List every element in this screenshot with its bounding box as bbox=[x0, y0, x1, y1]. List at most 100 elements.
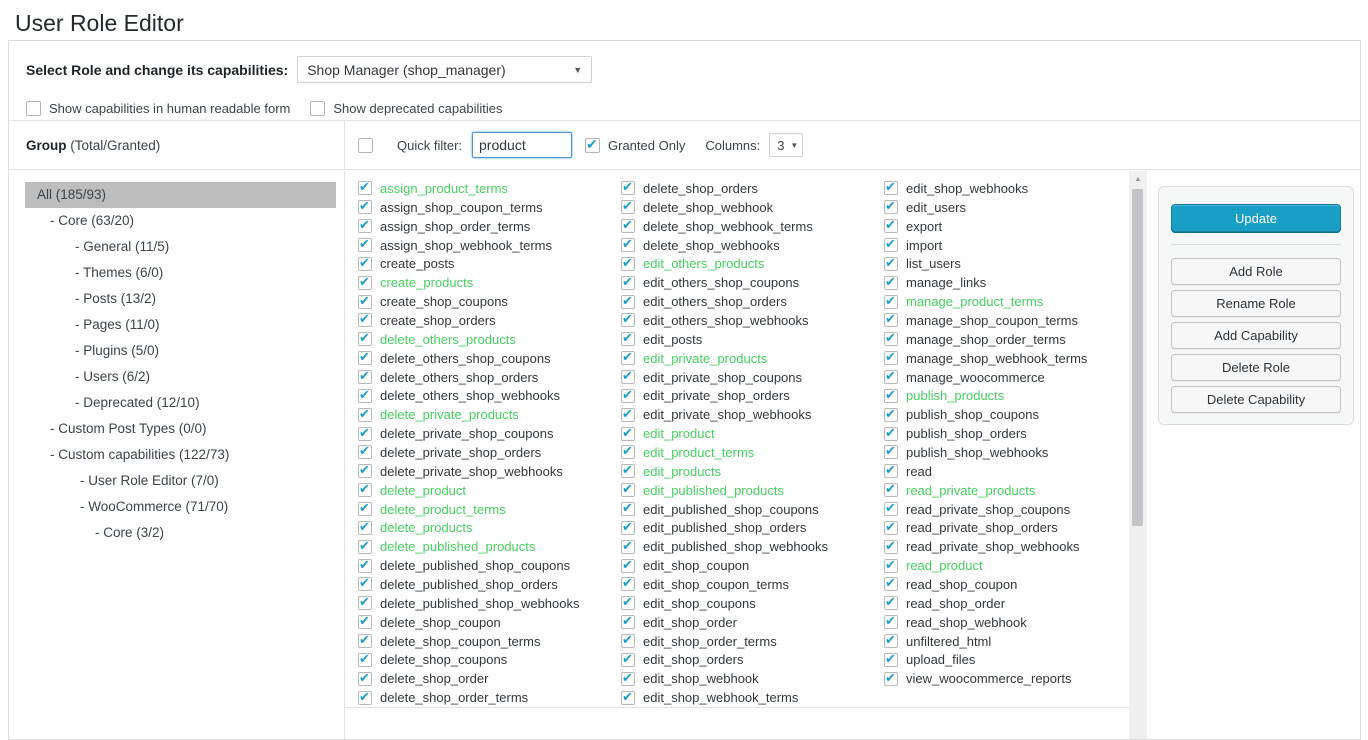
add-role-button[interactable]: Add Role bbox=[1171, 258, 1341, 285]
capability-checkbox[interactable]: ✔ bbox=[621, 295, 635, 309]
capability-checkbox[interactable]: ✔ bbox=[884, 615, 898, 629]
capability-checkbox[interactable]: ✔ bbox=[621, 672, 635, 686]
capability-checkbox[interactable]: ✔ bbox=[621, 181, 635, 195]
delete-role-button[interactable]: Delete Role bbox=[1171, 354, 1341, 381]
capability-checkbox[interactable]: ✔ bbox=[621, 521, 635, 535]
capability-checkbox[interactable]: ✔ bbox=[884, 313, 898, 327]
capability-checkbox[interactable]: ✔ bbox=[884, 351, 898, 365]
capability-checkbox[interactable]: ✔ bbox=[884, 634, 898, 648]
capability-checkbox[interactable]: ✔ bbox=[884, 219, 898, 233]
capability-checkbox[interactable]: ✔ bbox=[884, 200, 898, 214]
capability-checkbox[interactable]: ✔ bbox=[884, 559, 898, 573]
capability-checkbox[interactable]: ✔ bbox=[358, 257, 372, 271]
capability-checkbox[interactable]: ✔ bbox=[621, 559, 635, 573]
capability-checkbox[interactable]: ✔ bbox=[884, 483, 898, 497]
capability-checkbox[interactable]: ✔ bbox=[884, 464, 898, 478]
select-all-checkbox[interactable]: ✔ bbox=[358, 138, 373, 153]
capability-checkbox[interactable]: ✔ bbox=[358, 653, 372, 667]
capability-checkbox[interactable]: ✔ bbox=[358, 559, 372, 573]
capability-checkbox[interactable]: ✔ bbox=[358, 276, 372, 290]
capability-checkbox[interactable]: ✔ bbox=[621, 691, 635, 705]
capability-checkbox[interactable]: ✔ bbox=[358, 351, 372, 365]
add-capability-button[interactable]: Add Capability bbox=[1171, 322, 1341, 349]
deprecated-checkbox[interactable]: ✔ bbox=[310, 101, 325, 116]
granted-only-checkbox[interactable]: ✔ bbox=[585, 138, 600, 153]
capability-checkbox[interactable]: ✔ bbox=[358, 634, 372, 648]
capability-checkbox[interactable]: ✔ bbox=[621, 464, 635, 478]
capability-checkbox[interactable]: ✔ bbox=[358, 370, 372, 384]
capability-checkbox[interactable]: ✔ bbox=[621, 351, 635, 365]
capability-checkbox[interactable]: ✔ bbox=[358, 577, 372, 591]
delete-capability-button[interactable]: Delete Capability bbox=[1171, 386, 1341, 413]
capability-checkbox[interactable]: ✔ bbox=[358, 672, 372, 686]
tree-item[interactable]: - Posts (13/2) bbox=[25, 286, 336, 312]
human-readable-checkbox[interactable]: ✔ bbox=[26, 101, 41, 116]
capability-checkbox[interactable]: ✔ bbox=[884, 257, 898, 271]
capability-checkbox[interactable]: ✔ bbox=[621, 502, 635, 516]
capability-checkbox[interactable]: ✔ bbox=[358, 691, 372, 705]
capability-checkbox[interactable]: ✔ bbox=[884, 370, 898, 384]
capability-checkbox[interactable]: ✔ bbox=[884, 181, 898, 195]
capability-checkbox[interactable]: ✔ bbox=[358, 332, 372, 346]
scroll-up-icon[interactable]: ▲ bbox=[1129, 171, 1147, 187]
capability-checkbox[interactable]: ✔ bbox=[358, 427, 372, 441]
capability-checkbox[interactable]: ✔ bbox=[358, 521, 372, 535]
tree-item[interactable]: - Pages (11/0) bbox=[25, 312, 336, 338]
capability-checkbox[interactable]: ✔ bbox=[621, 332, 635, 346]
capability-checkbox[interactable]: ✔ bbox=[621, 653, 635, 667]
role-select[interactable]: Shop Manager (shop_manager) ▼ bbox=[297, 56, 592, 83]
vertical-scrollbar[interactable]: ▲ bbox=[1129, 171, 1147, 739]
capability-checkbox[interactable]: ✔ bbox=[621, 313, 635, 327]
capability-checkbox[interactable]: ✔ bbox=[884, 672, 898, 686]
capability-checkbox[interactable]: ✔ bbox=[358, 408, 372, 422]
capability-checkbox[interactable]: ✔ bbox=[884, 238, 898, 252]
capability-checkbox[interactable]: ✔ bbox=[621, 445, 635, 459]
columns-select[interactable]: 3 ▼ bbox=[769, 133, 803, 157]
tree-item[interactable]: - Users (6/2) bbox=[25, 364, 336, 390]
capability-checkbox[interactable]: ✔ bbox=[358, 389, 372, 403]
capability-checkbox[interactable]: ✔ bbox=[358, 181, 372, 195]
capability-checkbox[interactable]: ✔ bbox=[621, 634, 635, 648]
tree-item[interactable]: - Custom Post Types (0/0) bbox=[25, 416, 336, 442]
capability-checkbox[interactable]: ✔ bbox=[621, 577, 635, 591]
capability-checkbox[interactable]: ✔ bbox=[621, 483, 635, 497]
capability-checkbox[interactable]: ✔ bbox=[358, 502, 372, 516]
capability-checkbox[interactable]: ✔ bbox=[358, 219, 372, 233]
capability-checkbox[interactable]: ✔ bbox=[621, 257, 635, 271]
capability-checkbox[interactable]: ✔ bbox=[358, 200, 372, 214]
capability-checkbox[interactable]: ✔ bbox=[358, 464, 372, 478]
tree-item[interactable]: - Themes (6/0) bbox=[25, 260, 336, 286]
tree-item[interactable]: - Deprecated (12/10) bbox=[25, 390, 336, 416]
capability-checkbox[interactable]: ✔ bbox=[621, 370, 635, 384]
capability-checkbox[interactable]: ✔ bbox=[621, 540, 635, 554]
tree-item[interactable]: All (185/93) bbox=[25, 182, 336, 208]
tree-item[interactable]: - WooCommerce (71/70) bbox=[25, 494, 336, 520]
capability-checkbox[interactable]: ✔ bbox=[358, 483, 372, 497]
capability-checkbox[interactable]: ✔ bbox=[358, 615, 372, 629]
tree-item[interactable]: - Core (3/2) bbox=[25, 520, 336, 546]
capability-checkbox[interactable]: ✔ bbox=[621, 238, 635, 252]
tree-item[interactable]: - Custom capabilities (122/73) bbox=[25, 442, 336, 468]
capability-checkbox[interactable]: ✔ bbox=[358, 596, 372, 610]
capability-checkbox[interactable]: ✔ bbox=[884, 295, 898, 309]
capability-checkbox[interactable]: ✔ bbox=[884, 577, 898, 591]
capability-checkbox[interactable]: ✔ bbox=[358, 313, 372, 327]
tree-item[interactable]: - User Role Editor (7/0) bbox=[25, 468, 336, 494]
capability-checkbox[interactable]: ✔ bbox=[621, 276, 635, 290]
capability-checkbox[interactable]: ✔ bbox=[358, 238, 372, 252]
capability-checkbox[interactable]: ✔ bbox=[884, 445, 898, 459]
rename-role-button[interactable]: Rename Role bbox=[1171, 290, 1341, 317]
capability-checkbox[interactable]: ✔ bbox=[884, 276, 898, 290]
quick-filter-input[interactable] bbox=[472, 132, 572, 158]
tree-item[interactable]: - Core (63/20) bbox=[25, 208, 336, 234]
capability-checkbox[interactable]: ✔ bbox=[358, 540, 372, 554]
capability-checkbox[interactable]: ✔ bbox=[884, 521, 898, 535]
update-button[interactable]: Update bbox=[1171, 204, 1341, 232]
capability-checkbox[interactable]: ✔ bbox=[621, 427, 635, 441]
tree-item[interactable]: - General (11/5) bbox=[25, 234, 336, 260]
capability-checkbox[interactable]: ✔ bbox=[884, 408, 898, 422]
capability-checkbox[interactable]: ✔ bbox=[358, 445, 372, 459]
capability-checkbox[interactable]: ✔ bbox=[621, 596, 635, 610]
tree-item[interactable]: - Plugins (5/0) bbox=[25, 338, 336, 364]
capability-checkbox[interactable]: ✔ bbox=[621, 615, 635, 629]
